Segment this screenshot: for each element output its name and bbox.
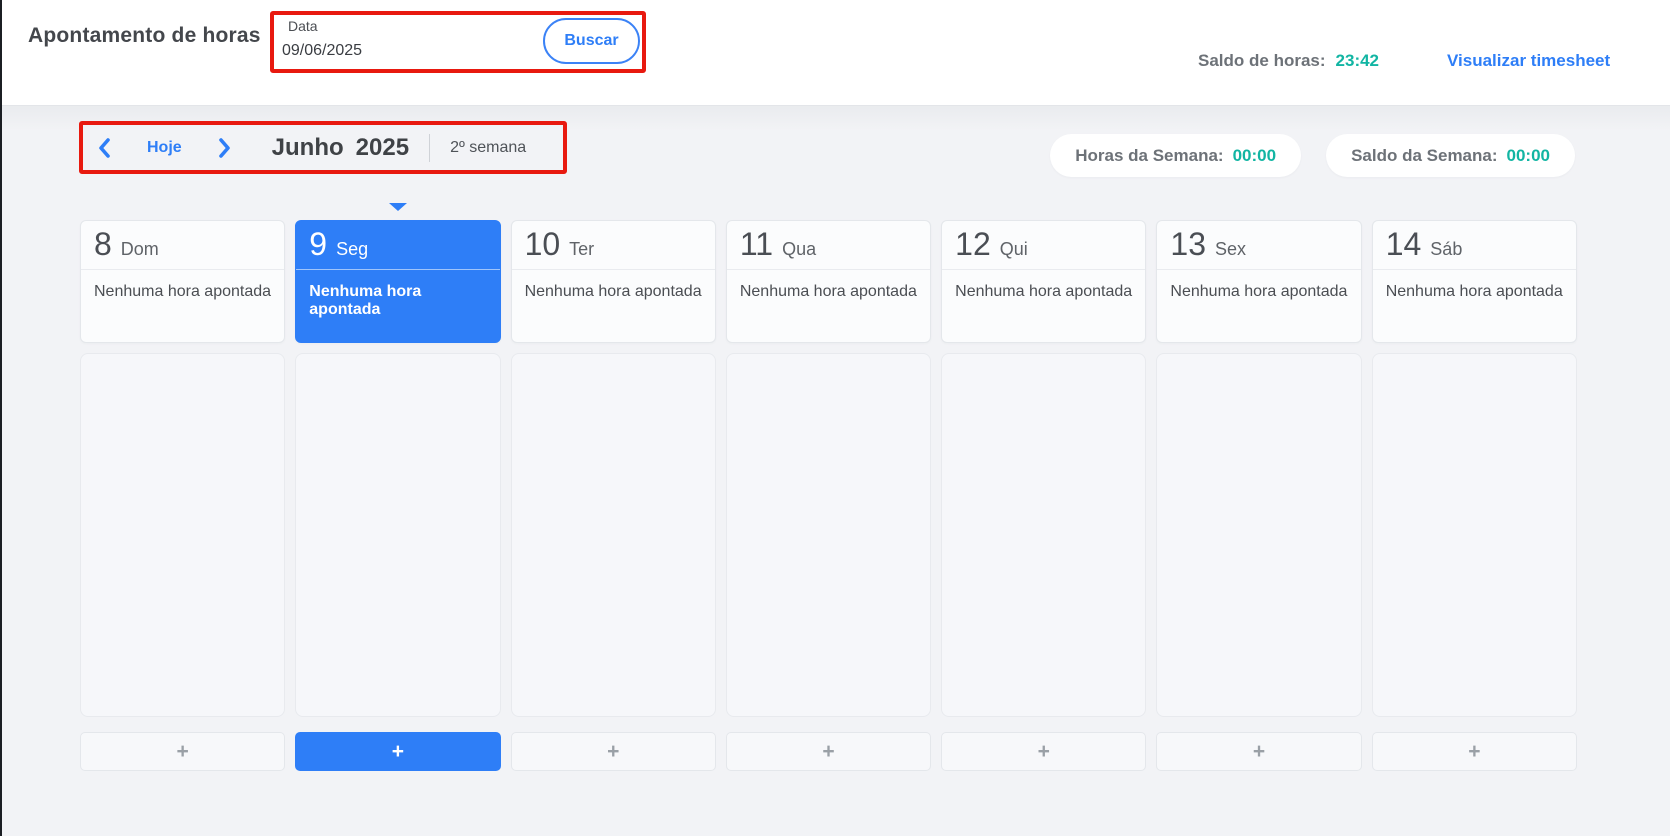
current-month: Junho 2025 — [272, 134, 409, 162]
week-balance-pill: Saldo da Semana: 00:00 — [1326, 134, 1575, 177]
add-entry-button-sab[interactable]: + — [1371, 732, 1577, 771]
day-entries-panel-sab — [1371, 353, 1577, 717]
week-number-label: 2º semana — [450, 138, 527, 156]
day-status: Nenhuma hora apontada — [955, 283, 1133, 300]
day-card-header: 8 Dom — [81, 221, 285, 270]
chevron-right-icon — [218, 137, 232, 159]
add-entry-button-seg[interactable]: + — [295, 732, 501, 771]
day-card-header: 9 Seg — [296, 221, 500, 270]
day-name: Dom — [120, 239, 159, 259]
plus-icon: + — [391, 740, 405, 763]
day-status: Nenhuma hora apontada — [309, 283, 422, 318]
day-entries-panel-sex — [1156, 353, 1362, 717]
month-name: Junho — [271, 133, 344, 161]
day-card-qua[interactable]: 11 Qua Nenhuma hora apontada — [725, 220, 932, 343]
day-name: Qua — [782, 239, 817, 259]
week-hours-label: Horas da Semana: — [1075, 145, 1224, 165]
week-balance-label: Saldo da Semana: — [1351, 145, 1498, 165]
search-button[interactable]: Buscar — [543, 18, 640, 64]
plus-icon: + — [1252, 740, 1266, 763]
window-left-edge — [0, 0, 2, 836]
day-card-header: 11 Qua — [726, 221, 931, 270]
add-entry-button-qua[interactable]: + — [725, 732, 932, 771]
plus-icon: + — [176, 740, 189, 763]
day-name: Ter — [569, 239, 595, 259]
add-entry-row: + + + + + + + — [80, 732, 1577, 771]
day-panels-row — [80, 353, 1577, 717]
plus-icon: + — [822, 740, 835, 763]
chevron-left-icon — [97, 137, 111, 159]
day-card-dom[interactable]: 8 Dom Nenhuma hora apontada — [80, 220, 286, 343]
hours-balance-value: 23:42 — [1335, 51, 1380, 70]
day-status: Nenhuma hora apontada — [1385, 283, 1563, 300]
day-card-qui[interactable]: 12 Qui Nenhuma hora apontada — [941, 220, 1147, 343]
day-name: Sex — [1215, 239, 1247, 259]
day-number: 11 — [739, 226, 774, 262]
week-hours-value: 00:00 — [1232, 145, 1277, 165]
hours-balance: Saldo de horas: 23:42 — [1198, 51, 1379, 71]
add-entry-button-qui[interactable]: + — [941, 732, 1147, 771]
add-entry-button-sex[interactable]: + — [1156, 732, 1362, 771]
page-title: Apontamento de horas — [28, 24, 261, 47]
day-status: Nenhuma hora apontada — [1170, 283, 1348, 300]
day-name: Seg — [336, 239, 369, 259]
day-number: 10 — [524, 226, 561, 262]
nav-divider — [429, 133, 431, 162]
plus-icon: + — [607, 740, 620, 763]
day-card-header: 13 Sex — [1157, 221, 1361, 270]
day-number: 8 — [94, 226, 112, 262]
next-week-button[interactable] — [218, 137, 232, 159]
day-status: Nenhuma hora apontada — [524, 283, 702, 300]
day-card-ter[interactable]: 10 Ter Nenhuma hora apontada — [510, 220, 716, 343]
day-number: 14 — [1385, 226, 1422, 262]
previous-week-button[interactable] — [97, 137, 111, 159]
day-entries-panel-qui — [941, 353, 1147, 717]
day-entries-panel-dom — [80, 353, 286, 717]
date-search-group: Data 09/06/2025 Buscar — [270, 11, 646, 73]
date-field-label: Data — [288, 18, 318, 34]
plus-icon: + — [1037, 740, 1050, 763]
app-header: Apontamento de horas Data 09/06/2025 Bus… — [0, 0, 1670, 106]
day-entries-panel-seg — [295, 353, 501, 717]
plus-icon: + — [1468, 740, 1481, 763]
day-card-sex[interactable]: 13 Sex Nenhuma hora apontada — [1156, 220, 1362, 343]
today-button[interactable]: Hoje — [147, 139, 182, 157]
day-card-header: 12 Qui — [942, 221, 1146, 270]
day-number: 12 — [955, 226, 991, 262]
hours-balance-label: Saldo de horas: — [1198, 51, 1326, 70]
add-entry-button-dom[interactable]: + — [80, 732, 286, 771]
selected-day-pointer-icon — [389, 203, 407, 211]
day-name: Sáb — [1430, 239, 1463, 259]
day-card-header: 10 Ter — [511, 221, 715, 270]
day-number: 13 — [1170, 226, 1207, 262]
day-status: Nenhuma hora apontada — [94, 283, 272, 300]
week-navigation: Hoje Junho 2025 2º semana — [79, 121, 567, 174]
day-status: Nenhuma hora apontada — [739, 283, 917, 300]
day-name: Qui — [999, 239, 1028, 259]
day-card-header: 14 Sáb — [1372, 221, 1576, 270]
month-year: 2025 — [355, 133, 410, 161]
day-entries-panel-ter — [510, 353, 716, 717]
day-number: 9 — [309, 226, 328, 262]
day-card-sab[interactable]: 14 Sáb Nenhuma hora apontada — [1371, 220, 1577, 343]
week-balance-value: 00:00 — [1506, 145, 1550, 165]
day-cards-row: 8 Dom Nenhuma hora apontada 9 Seg Nenhum… — [80, 220, 1577, 343]
week-summary: Horas da Semana: 00:00 Saldo da Semana: … — [1050, 134, 1575, 177]
add-entry-button-ter[interactable]: + — [510, 732, 716, 771]
view-timesheet-link[interactable]: Visualizar timesheet — [1447, 51, 1610, 71]
week-hours-pill: Horas da Semana: 00:00 — [1050, 134, 1302, 177]
date-input[interactable]: 09/06/2025 — [282, 42, 362, 60]
day-entries-panel-qua — [725, 353, 932, 717]
day-card-seg[interactable]: 9 Seg Nenhuma hora apontada — [295, 220, 501, 343]
